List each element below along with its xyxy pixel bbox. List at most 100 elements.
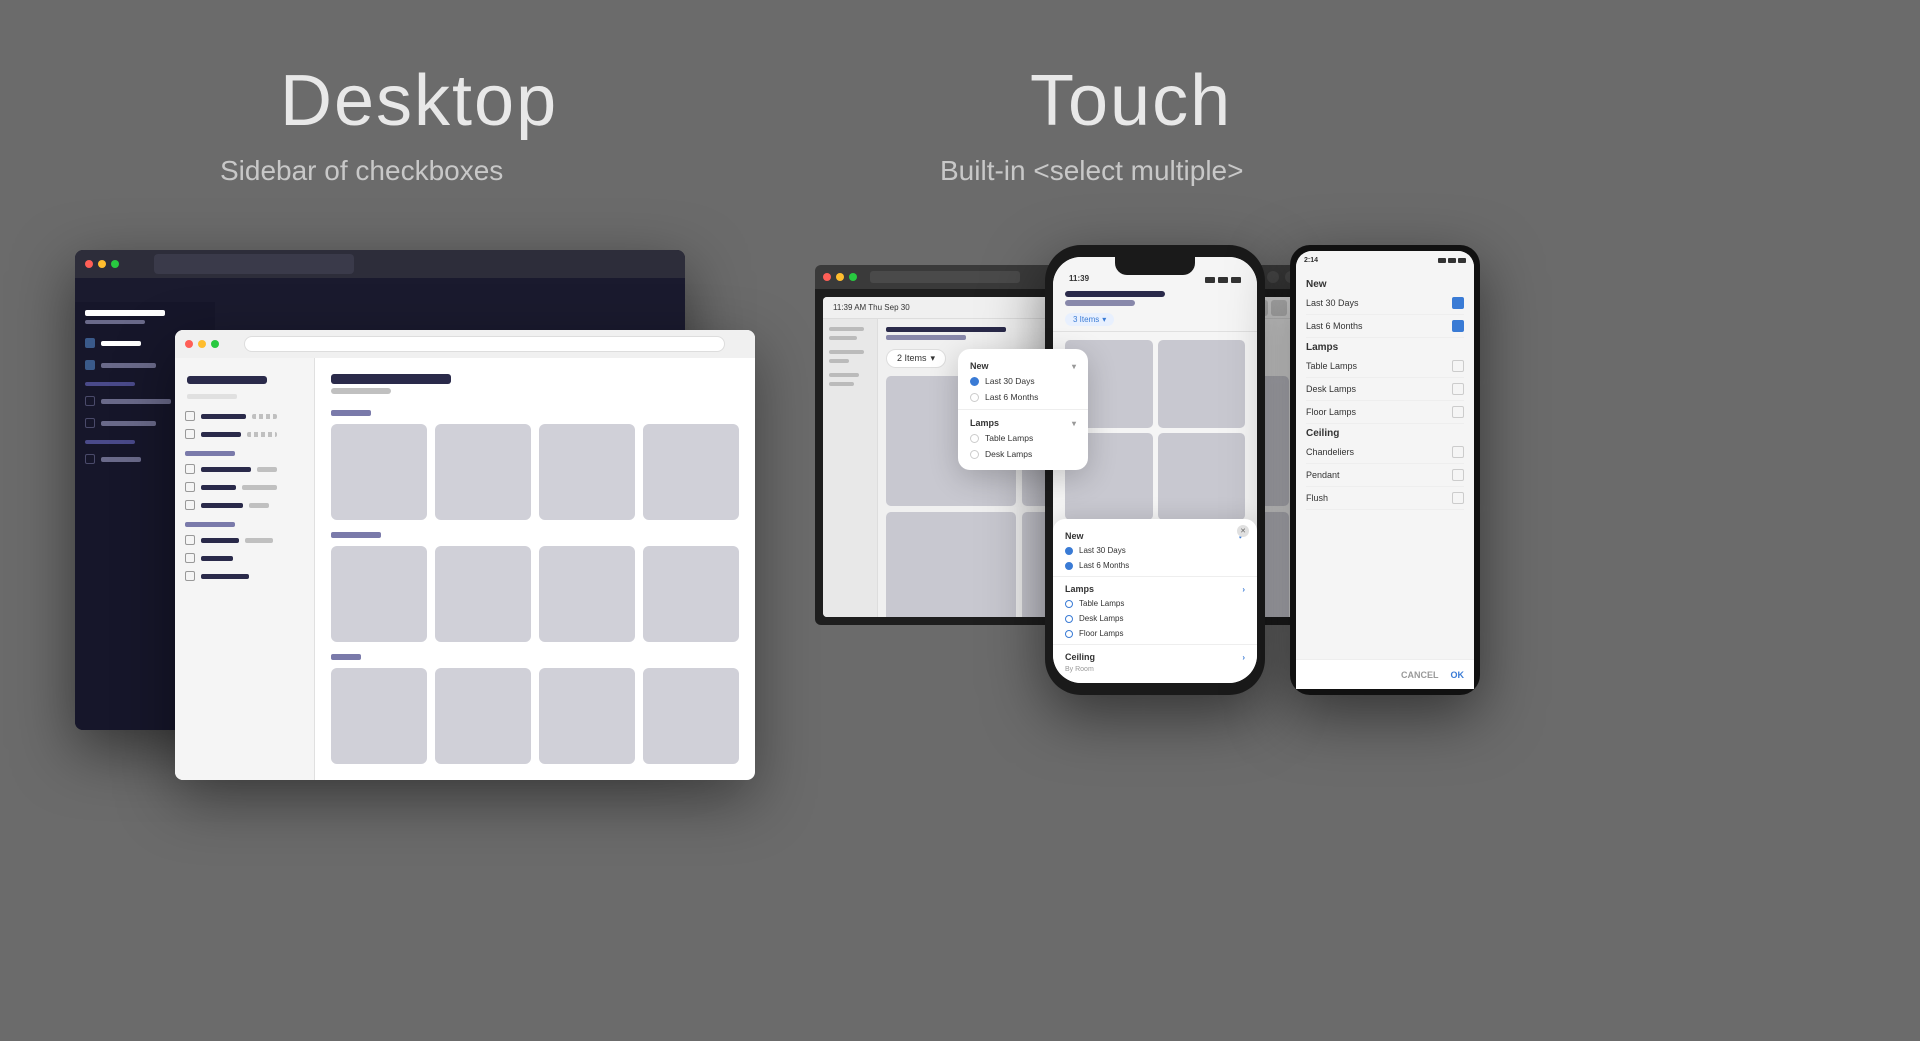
close-dot: [85, 260, 93, 268]
url-bar-bg: [154, 254, 354, 274]
filter-sub: [252, 414, 277, 419]
table-lamps-android[interactable]: Table Lamps: [1306, 355, 1464, 378]
flush-label: Flush: [1306, 493, 1328, 503]
filter-label: [201, 414, 246, 419]
browser-fg: [175, 330, 755, 780]
checkbox-desk[interactable]: [1452, 383, 1464, 395]
filter-checkbox[interactable]: [185, 535, 195, 545]
filter-item: [175, 460, 314, 478]
table-lamps[interactable]: Table Lamps: [1053, 596, 1257, 611]
pendant-label: Pendant: [1306, 470, 1340, 480]
sidebar-checkbox: [85, 338, 95, 348]
ipad-time: 11:39 AM Thu Sep 30: [833, 303, 910, 312]
last6-label: Last 6 Months: [1306, 321, 1363, 331]
filter-label: [201, 467, 251, 472]
desktop-mockup: [75, 250, 795, 780]
sidebar-item-label: [101, 421, 156, 426]
table-lamps-item[interactable]: Table Lamps: [958, 430, 1088, 446]
chandeliers-android[interactable]: Chandeliers: [1306, 441, 1464, 464]
sidebar-item-label: [101, 399, 171, 404]
last30-android[interactable]: Last 30 Days: [1306, 292, 1464, 315]
sidebar-checkbox: [85, 454, 95, 464]
grid-item: [643, 668, 739, 764]
chevron-icon: ▾: [1072, 362, 1076, 371]
floor-lamps-android[interactable]: Floor Lamps: [1306, 401, 1464, 424]
filter-label: [201, 432, 241, 437]
ipad-max: [849, 273, 857, 281]
grid-item: [886, 512, 1016, 617]
flush-android[interactable]: Flush: [1306, 487, 1464, 510]
radio-desk: [970, 450, 979, 459]
iphone-items-badge[interactable]: 3 Items ▾: [1065, 313, 1114, 326]
filter-label: [201, 538, 239, 543]
cancel-button[interactable]: CANCEL: [1401, 670, 1439, 680]
checkbox-flush[interactable]: [1452, 492, 1464, 504]
last-6-months-item[interactable]: Last 6 Months: [958, 389, 1088, 405]
radio-desk: [1065, 615, 1073, 623]
last-30-days-item[interactable]: Last 30 Days: [958, 373, 1088, 389]
filter-section: [185, 522, 235, 527]
last6-android[interactable]: Last 6 Months: [1306, 315, 1464, 338]
chevron-icon: ›: [1242, 653, 1245, 662]
filter-checkbox[interactable]: [185, 482, 195, 492]
ceiling-section: Ceiling ›: [1053, 648, 1257, 664]
grid-item: [331, 424, 427, 520]
lamps-label: Lamps: [970, 418, 999, 428]
desk-lamps-item[interactable]: Desk Lamps: [958, 446, 1088, 462]
filter-checkbox[interactable]: [185, 553, 195, 563]
filter-checkbox[interactable]: [185, 429, 195, 439]
filter-sub: [245, 538, 273, 543]
grid-item: [435, 424, 531, 520]
desk-lamps-label: Desk Lamps: [1079, 614, 1123, 623]
last6-item[interactable]: Last 6 Months: [1053, 558, 1257, 573]
filter-item: [175, 496, 314, 514]
checkbox-table[interactable]: [1452, 360, 1464, 372]
table-lamps-label: Table Lamps: [985, 433, 1033, 443]
iphone-device: 11:39 3 Items ▾: [1045, 245, 1265, 695]
grid-item: [435, 546, 531, 642]
checkbox-last30[interactable]: [1452, 297, 1464, 309]
chevron-icon: ▾: [1072, 419, 1076, 428]
desk-lamps-android[interactable]: Desk Lamps: [1306, 378, 1464, 401]
iphone-screen: 11:39 3 Items ▾: [1053, 257, 1257, 683]
last30-item[interactable]: Last 30 Days: [1053, 543, 1257, 558]
items-badge[interactable]: 2 Items ▾: [886, 349, 946, 368]
maximize-dot: [111, 260, 119, 268]
radio-table: [970, 434, 979, 443]
radio-last6: [970, 393, 979, 402]
chevron-icon: ›: [1242, 585, 1245, 594]
radio-floor: [1065, 630, 1073, 638]
desk-lamps[interactable]: Desk Lamps: [1053, 611, 1257, 626]
content-heading: [331, 374, 451, 384]
filter-checkbox[interactable]: [185, 464, 195, 474]
pendant-android[interactable]: Pendant: [1306, 464, 1464, 487]
checkbox-pendant[interactable]: [1452, 469, 1464, 481]
radio-last30: [970, 377, 979, 386]
filter-label: [201, 556, 233, 561]
close-button[interactable]: ✕: [1237, 525, 1249, 537]
checkbox-floor[interactable]: [1452, 406, 1464, 418]
last30-label: Last 30 Days: [1306, 298, 1359, 308]
floor-lamps[interactable]: Floor Lamps: [1053, 626, 1257, 641]
maximize-dot-fg: [211, 340, 219, 348]
main-area: [175, 358, 755, 780]
filter-checkbox[interactable]: [185, 571, 195, 581]
filter-checkbox[interactable]: [185, 500, 195, 510]
new-section-iphone: New ✓: [1053, 527, 1257, 543]
touch-subtitle: Built-in <select multiple>: [940, 155, 1243, 187]
ceiling-label: Ceiling: [1065, 652, 1095, 662]
filter-checkbox[interactable]: [185, 411, 195, 421]
chandeliers-label: Chandeliers: [1306, 447, 1354, 457]
desk-lamps-label: Desk Lamps: [985, 449, 1032, 459]
table-lamps-label: Table Lamps: [1079, 599, 1124, 608]
filter-sub: [242, 485, 277, 490]
grid-section-label: [331, 410, 371, 416]
checkbox-chandeliers[interactable]: [1452, 446, 1464, 458]
ok-button[interactable]: OK: [1451, 670, 1465, 680]
grid-item: [643, 546, 739, 642]
by-room: By Room: [1053, 664, 1257, 675]
close-dot-fg: [185, 340, 193, 348]
android-screen: 2:14 New Last 30 Days Last 6 Months Lamp…: [1296, 251, 1474, 689]
android-time: 2:14: [1304, 257, 1318, 264]
checkbox-last6[interactable]: [1452, 320, 1464, 332]
